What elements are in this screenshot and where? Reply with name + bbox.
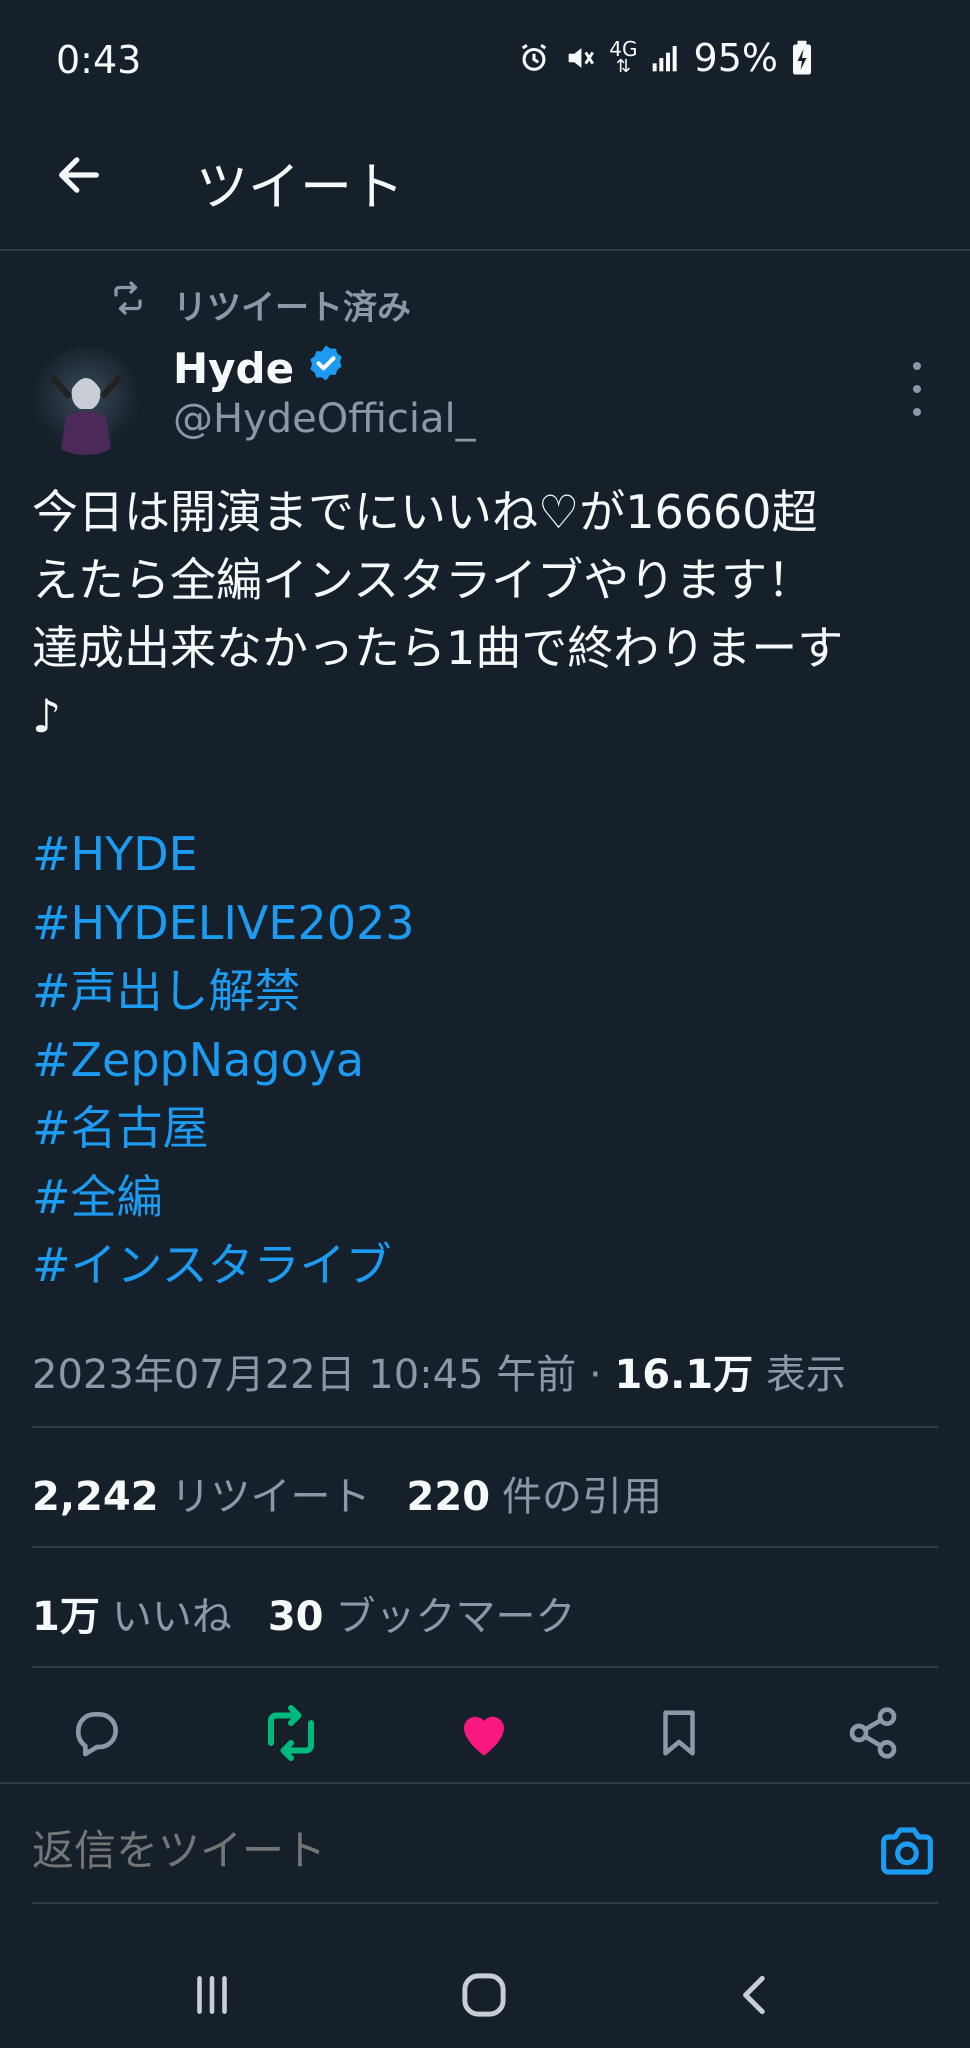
- bookmark-button[interactable]: [646, 1700, 712, 1766]
- hashtag-link[interactable]: #ZeppNagoya: [32, 1026, 932, 1095]
- stats-row-retweets: 2,242 リツイート 220 件の引用: [32, 1464, 662, 1522]
- bookmarks-count: 30: [267, 1594, 324, 1640]
- likes-stat[interactable]: 1万 いいね: [32, 1584, 232, 1642]
- alarm-icon: [517, 41, 551, 75]
- retweet-small-icon: [110, 280, 146, 320]
- more-options-button[interactable]: [900, 362, 934, 416]
- author-handle[interactable]: @HydeOfficial_: [173, 396, 476, 442]
- bookmark-icon: [663, 1710, 695, 1756]
- retweets-stat[interactable]: 2,242 リツイート: [32, 1464, 371, 1522]
- reply-icon: [75, 1712, 118, 1757]
- share-icon: [849, 1707, 897, 1759]
- system-back-button[interactable]: [716, 1955, 796, 2035]
- retweet-icon: [268, 1705, 314, 1761]
- more-dot: [913, 362, 921, 370]
- reply-button[interactable]: [64, 1700, 130, 1766]
- retweet-button[interactable]: [258, 1700, 324, 1766]
- tweet-text: 今日は開演までにいいね♡が16660超 えたら全編インスタライブやります！ 達成…: [32, 485, 844, 743]
- share-button[interactable]: [840, 1700, 906, 1766]
- home-button[interactable]: [444, 1955, 524, 2035]
- like-button[interactable]: [451, 1700, 517, 1766]
- retweets-label: リツイート: [170, 1474, 371, 1520]
- quotes-stat[interactable]: 220 件の引用: [407, 1464, 663, 1522]
- recent-apps-icon: [197, 1976, 227, 2014]
- camera-button[interactable]: [876, 1820, 938, 1882]
- likes-label: いいね: [111, 1594, 232, 1640]
- battery-percent: 95%: [693, 36, 778, 80]
- divider: [32, 1426, 938, 1428]
- author-display-name: Hyde: [173, 343, 295, 393]
- quotes-count: 220: [406, 1474, 491, 1520]
- camera-icon: [881, 1827, 933, 1875]
- tweet-datetime[interactable]: 2023年07月22日 10:45 午前 ·: [32, 1352, 614, 1398]
- network-type: 4G ⇅: [609, 37, 638, 77]
- hashtag-list: #HYDE #HYDELIVE2023 #声出し解禁 #ZeppNagoya #…: [32, 820, 932, 1300]
- divider: [0, 1782, 970, 1784]
- mute-icon: [563, 41, 597, 75]
- reply-input[interactable]: [32, 1826, 852, 1875]
- retweeted-label: リツイート済み: [173, 288, 411, 328]
- hashtag-link[interactable]: #HYDE: [32, 820, 932, 889]
- status-time: 0:43: [56, 38, 142, 82]
- views-count: 16.1万: [614, 1352, 754, 1398]
- status-icons: 4G ⇅ 95%: [517, 36, 814, 80]
- hashtag-link[interactable]: #インスタライブ: [32, 1231, 932, 1300]
- divider: [32, 1546, 938, 1548]
- verified-badge-icon: [306, 343, 346, 393]
- hashtag-link[interactable]: #全編: [32, 1163, 932, 1232]
- more-dot: [913, 408, 921, 416]
- header-divider: [0, 249, 970, 251]
- hashtag-link[interactable]: #声出し解禁: [32, 957, 932, 1026]
- home-icon: [462, 1973, 506, 2017]
- stats-row-likes: 1万 いいね 30 ブックマーク: [32, 1584, 576, 1642]
- retweets-count: 2,242: [32, 1474, 159, 1520]
- author-name[interactable]: Hyde: [173, 343, 346, 393]
- views-label: 表示: [753, 1352, 846, 1398]
- back-button[interactable]: [44, 140, 114, 210]
- heart-filled-icon: [464, 1716, 504, 1756]
- likes-count: 1万: [32, 1594, 100, 1640]
- more-dot: [913, 385, 921, 393]
- bookmarks-label: ブックマーク: [335, 1594, 576, 1640]
- page-title: ツイート: [196, 158, 405, 218]
- chevron-left-icon: [743, 1975, 765, 2015]
- quotes-label: 件の引用: [502, 1474, 663, 1520]
- bookmarks-stat[interactable]: 30 ブックマーク: [268, 1584, 576, 1642]
- recent-apps-button[interactable]: [172, 1955, 252, 2035]
- divider: [32, 1666, 938, 1668]
- avatar[interactable]: [32, 347, 140, 455]
- hashtag-link[interactable]: #HYDELIVE2023: [32, 889, 932, 958]
- tweet-meta: 2023年07月22日 10:45 午前 · 16.1万 表示: [32, 1342, 846, 1400]
- signal-icon: [650, 41, 682, 75]
- battery-charging-icon: [790, 40, 814, 76]
- arrow-left-icon: [59, 157, 99, 193]
- hashtag-link[interactable]: #名古屋: [32, 1094, 932, 1163]
- reply-underline: [32, 1902, 938, 1904]
